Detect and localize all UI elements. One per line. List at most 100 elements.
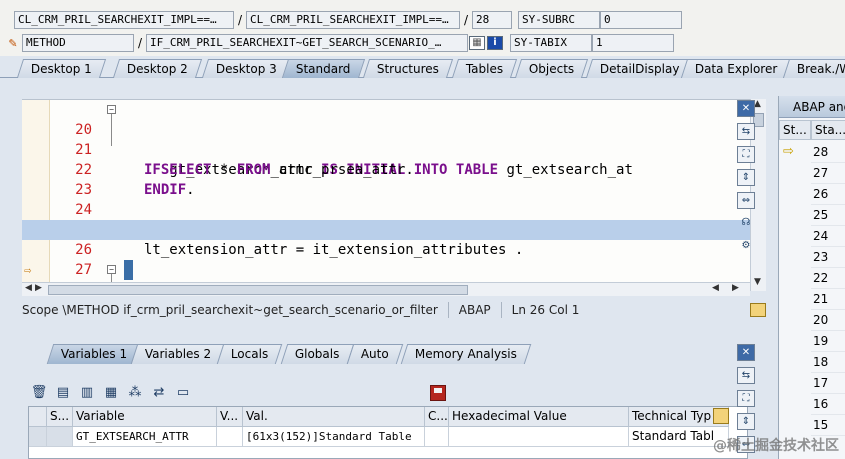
tab-locals[interactable]: Locals bbox=[216, 344, 283, 364]
column-header-v[interactable]: V... bbox=[217, 407, 243, 427]
pencil-icon: ✎ bbox=[8, 36, 18, 50]
current-frame-arrow-icon: ⇨ bbox=[783, 144, 794, 159]
load-icon[interactable]: ▤ bbox=[54, 384, 72, 402]
tab-variables-1[interactable]: Variables 1 bbox=[46, 344, 142, 364]
stack-row[interactable]: 18 bbox=[811, 352, 845, 373]
tab-desktop-3[interactable]: Desktop 3 bbox=[201, 59, 292, 78]
fold-toggle-icon[interactable]: − bbox=[107, 105, 116, 114]
list-icon[interactable]: ▦ bbox=[102, 384, 120, 402]
info-row-program: CL_CRM_PRIL_SEARCHEXIT_IMPL==… / CL_CRM_… bbox=[14, 10, 682, 30]
column-header[interactable]: Sta... bbox=[811, 120, 845, 140]
editor-horizontal-scrollbar[interactable]: ◀ ▶ ◀ ▶ bbox=[22, 282, 750, 296]
type-field: METHOD bbox=[22, 34, 134, 52]
program-field[interactable]: CL_CRM_PRIL_SEARCHEXIT_IMPL==… bbox=[14, 11, 234, 29]
info-row-method: ✎ METHOD / IF_CRM_PRIL_SEARCHEXIT~GET_SE… bbox=[4, 33, 674, 53]
current-line-arrow-icon: ⇨ bbox=[24, 263, 32, 277]
maximize-icon[interactable]: ⛶ bbox=[737, 146, 755, 163]
method-field[interactable]: IF_CRM_PRIL_SEARCHEXIT~GET_SEARCH_SCENAR… bbox=[146, 34, 468, 52]
scope-label: Scope \METHOD if_crm_pril_searchexit~get… bbox=[22, 303, 438, 317]
tab-data-explorer[interactable]: Data Explorer bbox=[680, 59, 792, 78]
stack-row[interactable]: 21 bbox=[811, 289, 845, 310]
code-line: 21 SELECT * FROM crmc_prsea_attr INTO TA… bbox=[75, 142, 633, 178]
variables-panel: Variables 1 Variables 2 Locals Globals A… bbox=[14, 340, 774, 459]
column-header-status[interactable]: S... bbox=[47, 407, 73, 427]
sysfield-value-2[interactable]: 1 bbox=[592, 34, 674, 52]
variable-name-cell[interactable]: GT_EXTSEARCH_ATTR bbox=[73, 427, 217, 447]
tab-tables[interactable]: Tables bbox=[451, 59, 518, 78]
debugger-info-bar: CL_CRM_PRIL_SEARCHEXIT_IMPL==… / CL_CRM_… bbox=[0, 0, 845, 56]
column-header-hex[interactable]: Hexadecimal Value bbox=[449, 407, 629, 427]
tab-globals[interactable]: Globals bbox=[280, 344, 354, 364]
fold-toggle-icon[interactable]: − bbox=[107, 265, 116, 274]
scroll-up-icon[interactable]: ▲ bbox=[754, 99, 761, 109]
debugger-tabs: Desktop 1 Desktop 2 Desktop 3 Standard S… bbox=[0, 56, 845, 78]
watermark: @稀土掘金技术社区 bbox=[713, 438, 839, 454]
tab-desktop-2[interactable]: Desktop 2 bbox=[112, 59, 203, 78]
tab-standard[interactable]: Standard bbox=[281, 59, 365, 78]
expand-vertical-variables-icon[interactable]: ⇕ bbox=[737, 413, 755, 430]
stack-row[interactable]: 15 bbox=[811, 415, 845, 436]
tab-memory-analysis[interactable]: Memory Analysis bbox=[400, 344, 532, 364]
column-header-c[interactable]: C... bbox=[425, 407, 449, 427]
scroll-right-small-icon[interactable]: ▶ bbox=[35, 283, 42, 293]
variable-value-cell[interactable]: [61x3(152)]Standard Table bbox=[243, 427, 425, 447]
stack-row[interactable]: 20 bbox=[811, 310, 845, 331]
stack-row[interactable]: 24 bbox=[811, 226, 845, 247]
stack-row[interactable]: 19 bbox=[811, 331, 845, 352]
column-header-variable[interactable]: Variable bbox=[73, 407, 217, 427]
stack-row[interactable]: 23 bbox=[811, 247, 845, 268]
variables-table: S... Variable V... Val. C... Hexadecimal… bbox=[28, 406, 748, 459]
source-editor-panel: 20 − IF gt_extsearch_attr IS INITIAL. 21… bbox=[14, 86, 774, 336]
hierarchy-icon[interactable]: ⁂ bbox=[126, 384, 144, 402]
expand-vertical-icon[interactable]: ⇕ bbox=[737, 169, 755, 186]
expand-horizontal-icon[interactable]: ⇔ bbox=[737, 192, 755, 209]
source-code-editor[interactable]: 20 − IF gt_extsearch_attr IS INITIAL. 21… bbox=[22, 99, 750, 291]
headset-icon[interactable]: ☊ bbox=[737, 215, 755, 232]
stack-row[interactable]: 25 bbox=[811, 205, 845, 226]
tab-breakpoints[interactable]: Break./W bbox=[782, 59, 845, 78]
tab-objects[interactable]: Objects bbox=[514, 59, 589, 78]
scroll-right-icon[interactable]: ▶ bbox=[732, 283, 739, 293]
sysfield-value-1[interactable]: 0 bbox=[600, 11, 682, 29]
column-header[interactable]: St... bbox=[779, 120, 811, 140]
stack-row[interactable]: 22 bbox=[811, 268, 845, 289]
close-icon[interactable]: ✕ bbox=[737, 100, 755, 117]
tab-structures[interactable]: Structures bbox=[362, 59, 454, 78]
tool-icon[interactable]: ⚙ bbox=[737, 238, 755, 255]
swap-icon[interactable]: ⇆ bbox=[737, 123, 755, 140]
code-line-selected: 26 bbox=[22, 220, 750, 280]
tab-abap-and[interactable]: ABAP and bbox=[779, 96, 845, 118]
close-variables-icon[interactable]: ✕ bbox=[737, 344, 755, 361]
column-header-value[interactable]: Val. bbox=[243, 407, 425, 427]
scroll-down-icon[interactable]: ▼ bbox=[754, 277, 761, 287]
delete-icon[interactable]: 🗑 bbox=[30, 384, 48, 402]
variables-toolbar: 🗑 ▤ ▥ ▦ ⁂ ⇄ ▭ bbox=[30, 384, 192, 404]
tab-auto[interactable]: Auto bbox=[346, 344, 404, 364]
column-settings-icon[interactable] bbox=[713, 408, 729, 424]
save-icon[interactable] bbox=[430, 385, 446, 401]
scroll-left-icon[interactable]: ◀ bbox=[25, 283, 32, 293]
scroll-left-end-icon[interactable]: ◀ bbox=[712, 283, 719, 293]
language-label: ABAP bbox=[458, 303, 491, 317]
folder-icon[interactable]: ▭ bbox=[174, 384, 192, 402]
tab-desktop-1[interactable]: Desktop 1 bbox=[16, 59, 107, 78]
stack-row[interactable]: 28 bbox=[811, 142, 845, 163]
info-icon[interactable]: i bbox=[486, 35, 504, 51]
cursor-position: Ln 26 Col 1 bbox=[511, 303, 580, 317]
maximize-variables-icon[interactable]: ⛶ bbox=[737, 390, 755, 407]
line-field[interactable]: 28 bbox=[472, 11, 512, 29]
code-line: 24 * the extension attributes of the sea… bbox=[22, 180, 750, 240]
tab-variables-2[interactable]: Variables 2 bbox=[130, 344, 226, 364]
transfer-icon[interactable]: ⇄ bbox=[150, 384, 168, 402]
swap-variables-icon[interactable]: ⇆ bbox=[737, 367, 755, 384]
call-stack-panel: ABAP and St... Sta... ⇨ 28 27 26 25 24 2… bbox=[778, 96, 845, 459]
stack-row[interactable]: 16 bbox=[811, 394, 845, 415]
stack-row[interactable]: 17 bbox=[811, 373, 845, 394]
note-icon[interactable] bbox=[750, 303, 766, 317]
stack-row[interactable]: 27 bbox=[811, 163, 845, 184]
structure-icon[interactable]: ▦ bbox=[468, 35, 486, 51]
stack-row[interactable]: 26 bbox=[811, 184, 845, 205]
tab-detaildisplay[interactable]: DetailDisplay bbox=[585, 59, 694, 78]
save-layout-icon[interactable]: ▥ bbox=[78, 384, 96, 402]
include-field[interactable]: CL_CRM_PRIL_SEARCHEXIT_IMPL==… bbox=[246, 11, 460, 29]
